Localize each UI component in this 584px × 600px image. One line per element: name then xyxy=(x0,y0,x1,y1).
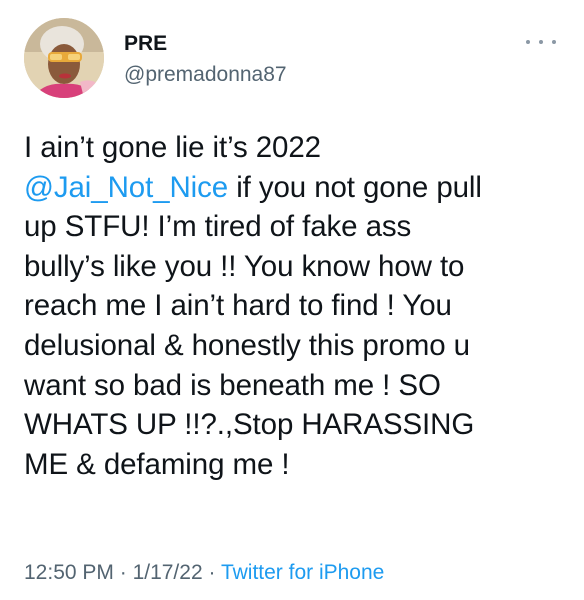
mention-link[interactable]: @Jai_Not_Nice xyxy=(24,171,228,204)
tweet-line: I ain’t gone lie it’s 2022 xyxy=(24,131,321,164)
more-horizontal-icon[interactable] xyxy=(526,32,556,52)
author-handle[interactable]: @premadonna87 xyxy=(124,63,287,87)
more-dot xyxy=(526,40,530,44)
tweet-date[interactable]: 1/17/22 xyxy=(133,561,203,584)
tweet-line: WHATS UP !!?.,Stop HARASSING xyxy=(24,408,475,442)
tweet-card: PRE @premadonna87 I ain’t gone lie it’s … xyxy=(0,0,584,600)
more-dot xyxy=(552,40,556,44)
tweet-meta: 12:50 PM · 1/17/22 · Twitter for iPhone xyxy=(24,561,384,585)
meta-separator: · xyxy=(202,561,221,584)
avatar[interactable] xyxy=(24,18,104,98)
tweet-source-link[interactable]: Twitter for iPhone xyxy=(221,561,384,584)
tweet-line: want so bad is beneath me ! SO xyxy=(24,368,441,402)
tweet-line: delusional & honestly this promo u xyxy=(24,328,470,362)
tweet-line-text: if you not gone pull xyxy=(228,170,482,204)
meta-separator: · xyxy=(113,561,133,584)
tweet-line: ME & defaming me ! xyxy=(24,447,290,481)
tweet-line: @Jai_Not_Nice if you not gone pull xyxy=(24,168,564,208)
avatar-image xyxy=(24,18,104,98)
tweet-time[interactable]: 12:50 PM xyxy=(24,561,114,584)
tweet-line: bully’s like you !! You know how to xyxy=(24,249,465,283)
tweet-line: up STFU! I’m tired of fake ass xyxy=(24,210,412,244)
more-dot xyxy=(539,40,543,44)
author-name[interactable]: PRE xyxy=(124,32,167,56)
tweet-text: I ain’t gone lie it’s 2022 @Jai_Not_Nice… xyxy=(24,128,564,484)
tweet-line: reach me I ain’t hard to find ! You xyxy=(24,289,452,323)
